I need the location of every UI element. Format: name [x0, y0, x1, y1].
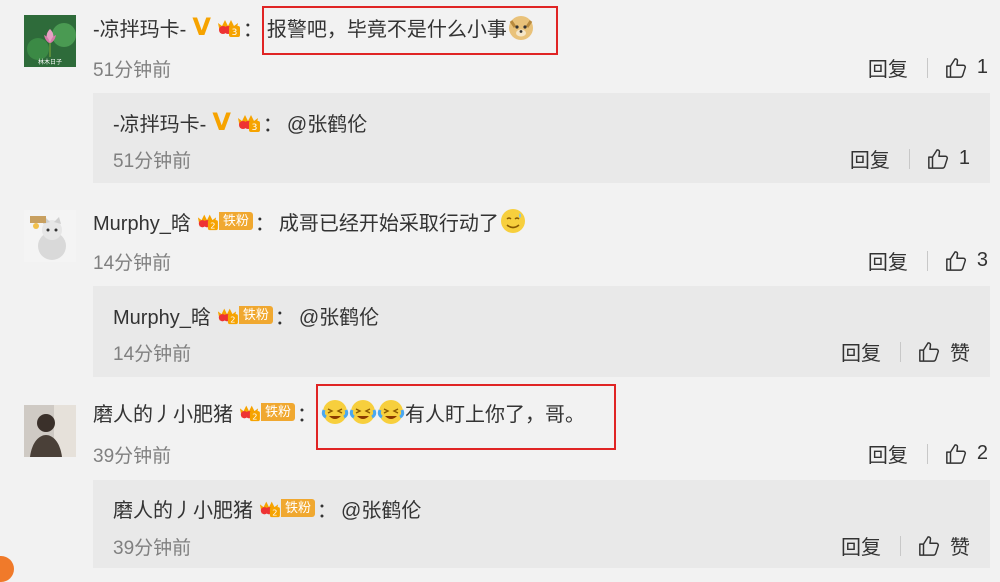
- floating-button-edge[interactable]: [0, 556, 14, 582]
- reply-mention[interactable]: @张鹤伦: [287, 108, 367, 137]
- divider: [900, 341, 901, 362]
- reply-author[interactable]: 磨人的丿小肥猪: [113, 494, 253, 523]
- member-crown-icon: [235, 111, 261, 133]
- colon: ：: [317, 499, 338, 522]
- avatar-cat-image: [24, 210, 76, 262]
- fan-badge-label: 铁粉: [281, 499, 316, 517]
- reply-time: 39分钟前: [113, 538, 192, 559]
- colon: ：: [297, 403, 318, 426]
- highlight-box: [316, 384, 616, 450]
- member-crown-icon: [215, 305, 239, 325]
- like-button-label: 赞: [950, 343, 970, 365]
- comment-time: 51分钟前: [93, 60, 172, 81]
- like-count: 1: [958, 147, 970, 169]
- fan-badge: 铁粉: [215, 305, 273, 325]
- colon: ：: [254, 212, 275, 235]
- avatar[interactable]: 林木日子: [24, 15, 76, 67]
- like-count: 1: [976, 56, 988, 78]
- comment-time: 39分钟前: [93, 446, 172, 467]
- avatar-person-image: [24, 405, 76, 457]
- vip-icon: V: [212, 108, 231, 136]
- fan-badge: 铁粉: [195, 211, 253, 231]
- avatar[interactable]: [24, 210, 76, 262]
- reply-box: Murphy_晗 铁粉 ： @张鹤伦 14分钟前 回复 赞: [93, 286, 990, 377]
- comment-time: 14分钟前: [93, 253, 172, 274]
- reply-author[interactable]: -凉拌玛卡-: [113, 108, 206, 137]
- member-crown-icon: [257, 498, 281, 518]
- colon: ：: [242, 18, 263, 41]
- colon: ：: [274, 306, 295, 329]
- divider: [900, 535, 901, 556]
- reply-box: -凉拌玛卡- V ： @张鹤伦 51分钟前 回复 1: [93, 93, 990, 183]
- comment-author[interactable]: Murphy_晗: [93, 207, 191, 236]
- comment-author[interactable]: -凉拌玛卡-: [93, 13, 186, 42]
- fan-badge: 铁粉: [237, 402, 296, 422]
- avatar-lotus-image: 林木日子: [24, 15, 76, 67]
- reply-button[interactable]: 回复: [850, 144, 890, 173]
- highlight-box: [262, 6, 558, 55]
- reply-button[interactable]: 回复: [841, 337, 881, 366]
- divider: [926, 443, 928, 464]
- reply-button[interactable]: 回复: [868, 53, 908, 82]
- member-crown-icon: [237, 402, 261, 422]
- member-crown-icon: [215, 16, 241, 38]
- reply-mention[interactable]: @张鹤伦: [341, 494, 421, 523]
- fan-badge-label: 铁粉: [238, 306, 273, 324]
- like-thumb-icon[interactable]: [918, 341, 940, 363]
- reply-box: 磨人的丿小肥猪 铁粉 ： @张鹤伦 39分钟前 回复 赞: [93, 480, 990, 568]
- avatar[interactable]: [24, 405, 76, 457]
- like-count: 3: [976, 249, 988, 271]
- like-thumb-icon[interactable]: [927, 148, 949, 170]
- reply-button[interactable]: 回复: [841, 531, 881, 560]
- fan-badge: 铁粉: [257, 498, 316, 518]
- like-thumb-icon[interactable]: [945, 443, 967, 465]
- member-crown-icon: [195, 211, 219, 231]
- reply-button[interactable]: 回复: [868, 246, 908, 275]
- reply-author[interactable]: Murphy_晗: [113, 301, 211, 330]
- divider: [908, 148, 910, 169]
- comment-author[interactable]: 磨人的丿小肥猪: [93, 398, 233, 427]
- divider: [926, 250, 928, 271]
- reply-time: 14分钟前: [113, 344, 192, 365]
- sweat-smile-emoji-icon: [500, 209, 525, 233]
- comment-text: 成哥已经开始采取行动了: [278, 212, 499, 235]
- like-thumb-icon[interactable]: [918, 535, 940, 557]
- reply-mention[interactable]: @张鹤伦: [299, 301, 379, 330]
- vip-icon: V: [192, 13, 211, 41]
- reply-button[interactable]: 回复: [868, 439, 908, 468]
- fan-badge-label: 铁粉: [261, 403, 296, 421]
- fan-badge-label: 铁粉: [218, 212, 253, 230]
- like-button-label: 赞: [950, 537, 970, 559]
- reply-time: 51分钟前: [113, 151, 192, 172]
- like-thumb-icon[interactable]: [945, 250, 967, 272]
- divider: [926, 57, 928, 78]
- colon: ：: [262, 113, 283, 136]
- like-count: 2: [976, 442, 988, 464]
- avatar-caption: 林木日子: [38, 58, 62, 66]
- like-thumb-icon[interactable]: [945, 57, 967, 79]
